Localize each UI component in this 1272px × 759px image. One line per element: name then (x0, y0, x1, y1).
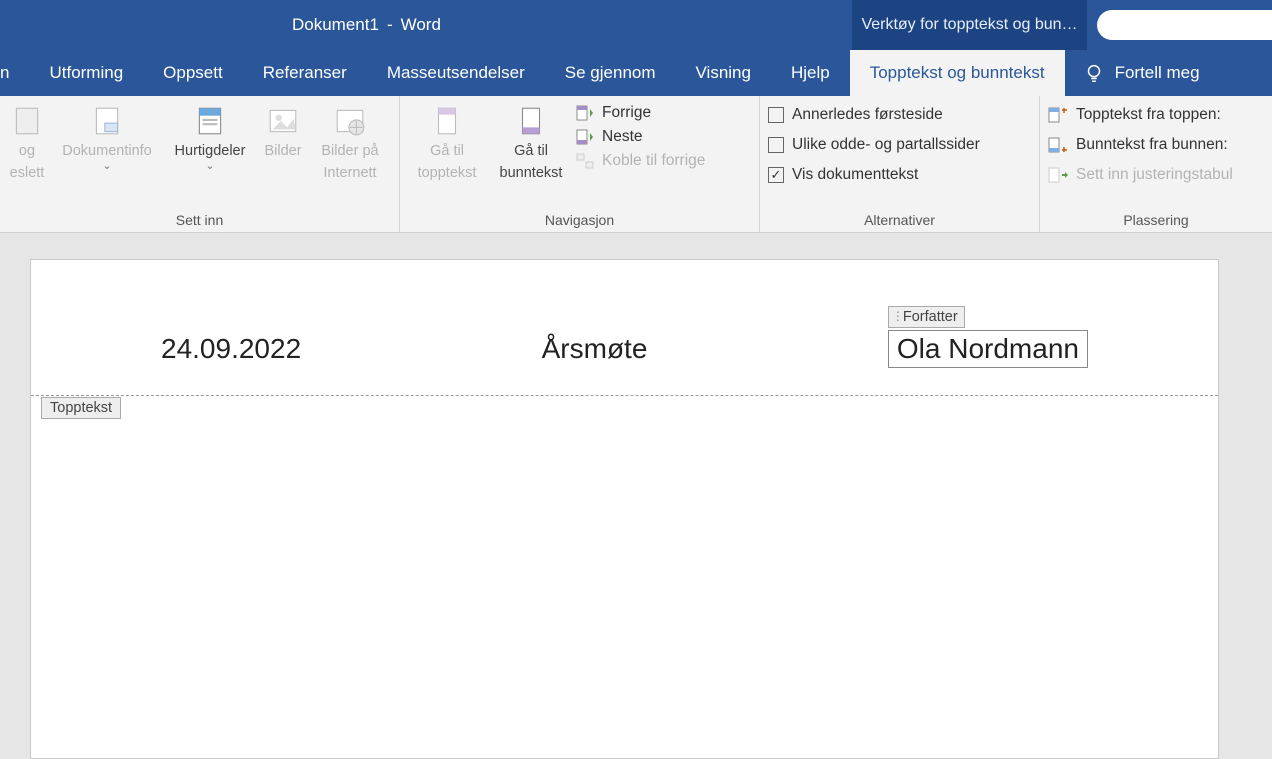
ga-til-bunntekst-button[interactable]: Gå til bunntekst (492, 102, 570, 182)
checkbox-icon (768, 107, 784, 123)
goto-footer-icon (514, 104, 548, 138)
tab-oppsett[interactable]: Oppsett (143, 50, 243, 96)
annerledes-label: Annerledes førsteside (792, 106, 943, 124)
forrige-label: Forrige (602, 104, 651, 122)
neste-label: Neste (602, 128, 643, 146)
og-slett-button[interactable]: og eslett (8, 102, 46, 182)
group-plassering: Topptekst fra toppen: Bunntekst fra bunn… (1040, 96, 1272, 232)
document-info-icon (90, 104, 124, 138)
group-navigasjon: Gå til topptekst Gå til bunntekst Forrig… (400, 96, 760, 232)
ulike-odde-checkbox[interactable]: Ulike odde- og partallssider (768, 136, 980, 154)
bilder-internett-line2: Internett (323, 164, 376, 182)
bilder-pa-internett-button[interactable]: Bilder på Internett (314, 102, 386, 182)
document-area: 24.09.2022 Årsmøte Forfatter Ola Nordman… (0, 233, 1272, 759)
window-title: Dokument1 - Word (292, 15, 441, 35)
group-label-sett-inn: Sett inn (8, 212, 391, 230)
page-cut-icon (10, 104, 44, 138)
tell-me[interactable]: Fortell meg (1065, 50, 1218, 96)
og-slett-line1: og (19, 142, 35, 160)
search-box[interactable] (1097, 10, 1272, 40)
tab-se-gjennom[interactable]: Se gjennom (545, 50, 676, 96)
ribbon: og eslett Dokumentinfo ⌄ Hurtigdeler ⌄ B… (0, 96, 1272, 233)
app-name: Word (401, 15, 441, 35)
tab-topptekst-og-bunntekst[interactable]: Topptekst og bunntekst (850, 50, 1065, 96)
chevron-down-icon: ⌄ (205, 164, 214, 168)
ga-til-topptekst-button[interactable]: Gå til topptekst (408, 102, 486, 182)
page[interactable]: 24.09.2022 Årsmøte Forfatter Ola Nordman… (30, 259, 1219, 759)
topptekst-fra-toppen-label: Topptekst fra toppen: (1076, 106, 1221, 124)
group-alternativer: Annerledes førsteside Ulike odde- og par… (760, 96, 1040, 232)
goto-header-icon (430, 104, 464, 138)
vis-dokumenttekst-checkbox[interactable]: Vis dokumenttekst (768, 166, 980, 184)
hurtigdeler-button[interactable]: Hurtigdeler ⌄ (168, 102, 252, 169)
forrige-button[interactable]: Forrige (576, 104, 705, 122)
chevron-down-icon: ⌄ (102, 164, 111, 168)
header-date[interactable]: 24.09.2022 (161, 333, 301, 365)
online-picture-icon (333, 104, 367, 138)
group-label-plassering: Plassering (1048, 212, 1264, 230)
sett-inn-tab-label: Sett inn justeringstabul (1076, 166, 1233, 184)
tell-me-label: Fortell meg (1115, 63, 1200, 83)
dokumentinfo-button[interactable]: Dokumentinfo ⌄ (52, 102, 162, 169)
bunntekst-fra-bunnen-field[interactable]: Bunntekst fra bunnen: (1048, 136, 1233, 154)
bunntekst-fra-bunnen-label: Bunntekst fra bunnen: (1076, 136, 1228, 154)
hurtigdeler-label: Hurtigdeler (175, 142, 246, 160)
group-sett-inn: og eslett Dokumentinfo ⌄ Hurtigdeler ⌄ B… (0, 96, 400, 232)
tab-hjelp[interactable]: Hjelp (771, 50, 850, 96)
group-label-navigasjon: Navigasjon (408, 212, 751, 230)
previous-icon (576, 105, 594, 121)
neste-button[interactable]: Neste (576, 128, 705, 146)
lightbulb-icon (1083, 62, 1105, 84)
link-previous-icon (576, 153, 594, 169)
ga-til-bunntekst-line2: bunntekst (500, 164, 563, 182)
header-section-tag: Topptekst (41, 397, 121, 419)
tab-referanser[interactable]: Referanser (243, 50, 367, 96)
sett-inn-justeringstabulator-button[interactable]: Sett inn justeringstabul (1048, 166, 1233, 184)
author-control[interactable]: Forfatter Ola Nordmann (888, 330, 1088, 368)
bilder-label: Bilder (264, 142, 301, 160)
koble-til-forrige-label: Koble til forrige (602, 152, 705, 170)
ribbon-tabs: n Utforming Oppsett Referanser Masseutse… (0, 50, 1272, 96)
og-slett-line2: eslett (10, 164, 45, 182)
bilder-button[interactable]: Bilder (258, 102, 308, 160)
koble-til-forrige-button[interactable]: Koble til forrige (576, 152, 705, 170)
topptekst-fra-toppen-field[interactable]: Topptekst fra toppen: (1048, 106, 1233, 124)
tab-partial-left[interactable]: n (0, 50, 29, 96)
checkbox-icon (768, 137, 784, 153)
annerledes-forsteside-checkbox[interactable]: Annerledes førsteside (768, 106, 980, 124)
next-icon (576, 129, 594, 145)
quick-parts-icon (193, 104, 227, 138)
tab-visning[interactable]: Visning (676, 50, 771, 96)
document-name: Dokument1 (292, 15, 379, 35)
ga-til-topptekst-line2: topptekst (418, 164, 477, 182)
footer-from-bottom-icon (1048, 137, 1068, 153)
bilder-internett-line1: Bilder på (321, 142, 378, 160)
author-field-value[interactable]: Ola Nordmann (888, 330, 1088, 368)
checkbox-checked-icon (768, 167, 784, 183)
tab-masseutsendelser[interactable]: Masseutsendelser (367, 50, 545, 96)
header-from-top-icon (1048, 107, 1068, 123)
picture-icon (266, 104, 300, 138)
author-field-label: Forfatter (888, 306, 965, 328)
title-bar: Dokument1 - Word Verktøy for topptekst o… (0, 0, 1272, 50)
group-label-alternativer: Alternativer (768, 212, 1031, 230)
contextual-tab-title: Verktøy for topptekst og bun… (852, 0, 1087, 50)
header-boundary-line (31, 395, 1218, 396)
vis-dok-label: Vis dokumenttekst (792, 166, 918, 184)
dokumentinfo-label: Dokumentinfo (62, 142, 151, 160)
insert-tab-icon (1048, 167, 1068, 183)
ga-til-topptekst-line1: Gå til (430, 142, 464, 160)
title-separator: - (387, 15, 393, 35)
header-title[interactable]: Årsmøte (542, 333, 648, 365)
ulike-label: Ulike odde- og partallssider (792, 136, 980, 154)
header-content[interactable]: 24.09.2022 Årsmøte Forfatter Ola Nordman… (31, 260, 1218, 368)
tab-utforming[interactable]: Utforming (29, 50, 143, 96)
ga-til-bunntekst-line1: Gå til (514, 142, 548, 160)
